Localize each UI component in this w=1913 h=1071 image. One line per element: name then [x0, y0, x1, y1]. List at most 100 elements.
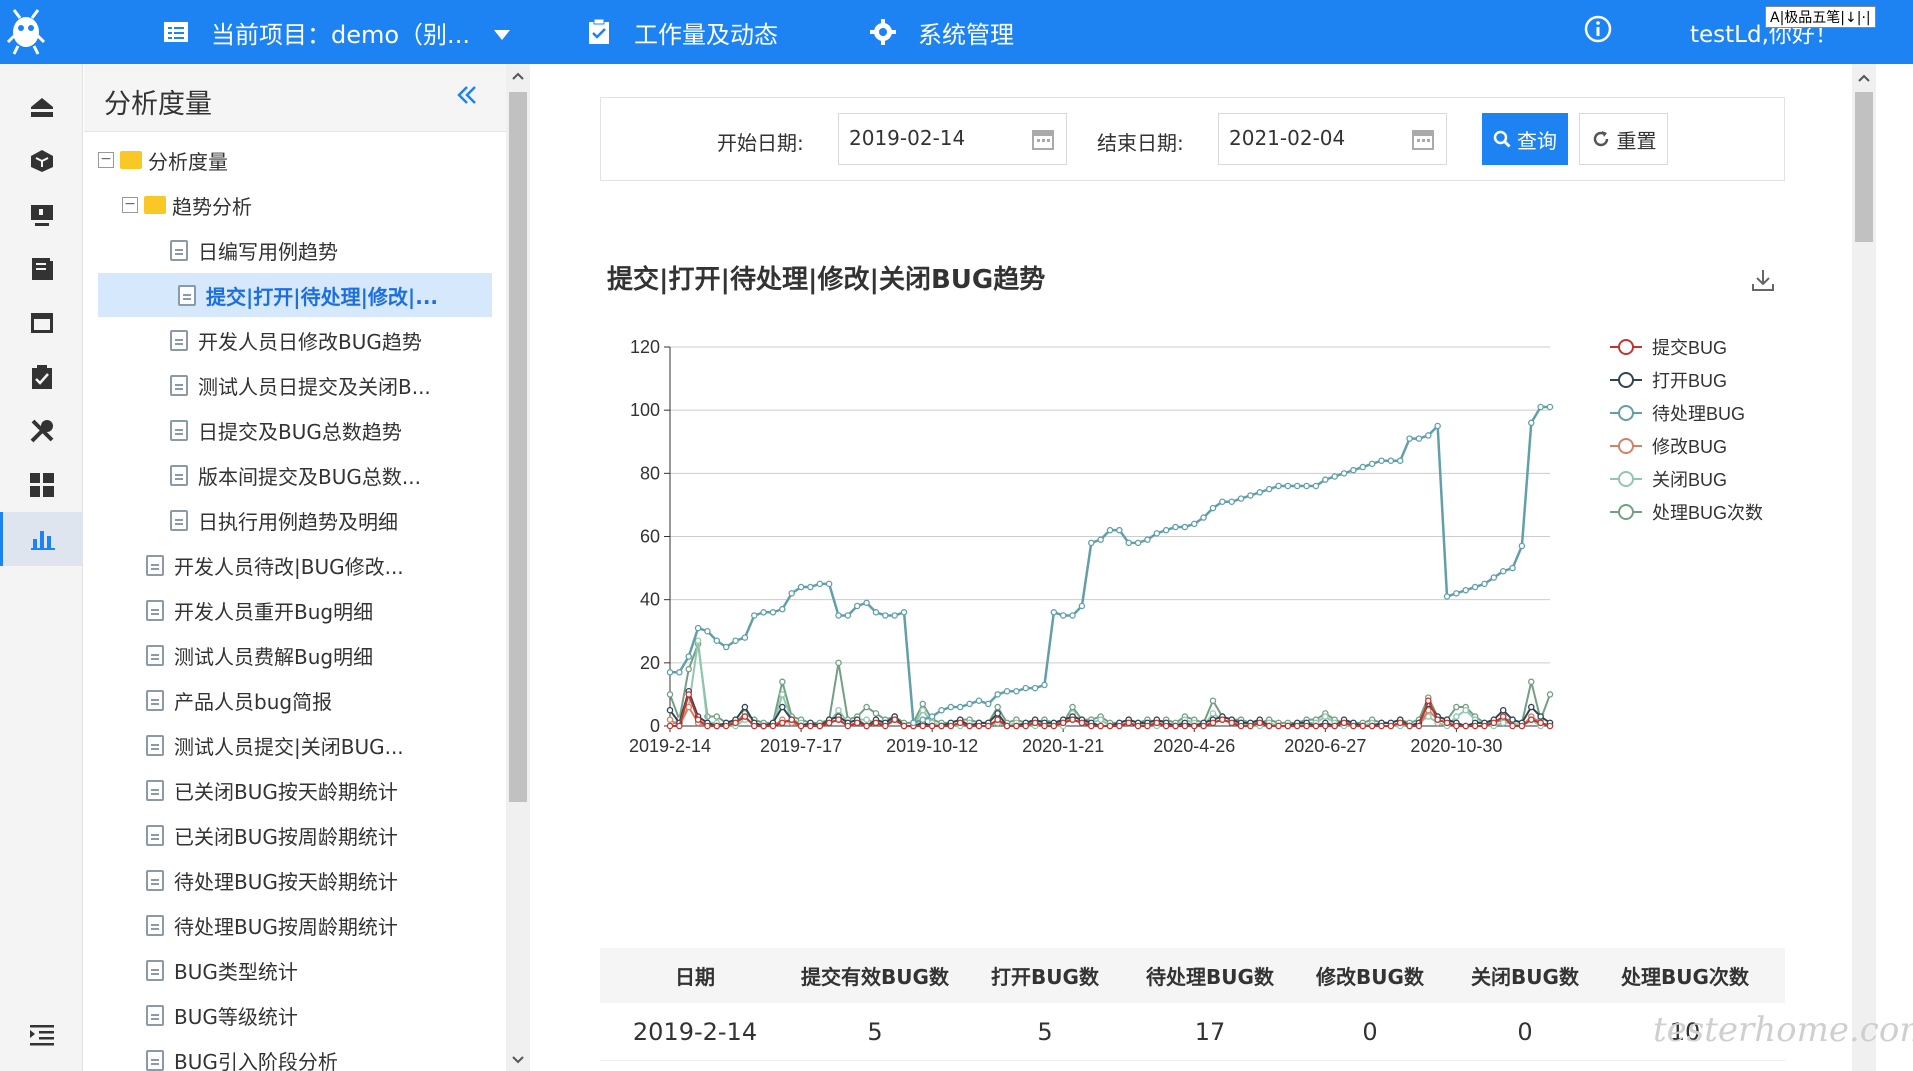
doc-list-icon[interactable] [0, 242, 83, 296]
data-point [825, 580, 833, 588]
tree-node[interactable]: 提交|打开|待处理|修改|... [98, 273, 492, 317]
data-point [1097, 716, 1104, 723]
data-point [1237, 722, 1245, 730]
main-scrollbar[interactable] [1852, 64, 1876, 1071]
data-point [779, 678, 786, 686]
tree-scrollbar-thumb[interactable] [509, 92, 527, 802]
clipboard-check-icon [586, 19, 612, 45]
help-button[interactable] [1584, 0, 1612, 64]
collapse-toggle-icon[interactable]: − [98, 152, 114, 168]
search-icon [1493, 130, 1511, 148]
data-point [816, 722, 824, 730]
collapse-menu-icon[interactable] [0, 1008, 83, 1062]
query-button[interactable]: 查询 [1482, 113, 1568, 165]
data-point [1172, 523, 1179, 531]
gear-icon [870, 19, 896, 45]
data-point [1284, 482, 1292, 490]
checklist-icon[interactable] [0, 350, 83, 404]
download-icon[interactable] [1751, 268, 1775, 296]
document-icon [146, 599, 164, 621]
dashboard-icon[interactable] [0, 458, 83, 512]
y-tick-label: 100 [630, 400, 660, 420]
tree-node[interactable]: 测试人员日提交及关闭B... [170, 363, 431, 407]
tools-icon[interactable] [0, 404, 83, 458]
data-point [882, 722, 889, 730]
tree-node[interactable]: 开发人员日修改BUG趋势 [170, 318, 422, 362]
tree-node[interactable]: 测试人员提交|关闭BUG... [146, 723, 404, 767]
folder-icon [120, 151, 142, 169]
calendar-icon[interactable] [1032, 128, 1054, 155]
data-point [666, 669, 674, 676]
column-header[interactable]: 关闭BUG数 [1450, 961, 1600, 990]
column-header[interactable]: 提交有效BUG数 [790, 961, 960, 990]
home-icon[interactable] [0, 80, 83, 134]
table-cell: 2019-2-14 [632, 1017, 758, 1046]
tree-node[interactable]: BUG引入阶段分析 [146, 1038, 338, 1071]
bar-chart-icon[interactable] [0, 512, 83, 566]
data-point [1396, 719, 1404, 727]
data-point [1265, 722, 1273, 730]
workload-menu[interactable]: 工作量及动态 [586, 0, 778, 64]
tree-node[interactable]: − 趋势分析 [122, 183, 252, 227]
tree-node-label: 日编写用例趋势 [198, 239, 338, 264]
data-point [1013, 722, 1020, 730]
current-project-menu[interactable]: 当前项目：demo（别... [163, 0, 510, 64]
tree-node[interactable]: BUG类型统计 [146, 948, 298, 992]
calendar-icon[interactable] [1412, 128, 1434, 155]
document-icon [146, 1049, 164, 1071]
data-point [900, 609, 908, 616]
data-point [1528, 703, 1535, 711]
main-scrollbar-thumb[interactable] [1855, 92, 1873, 242]
tree-node[interactable]: BUG等级统计 [146, 993, 298, 1037]
data-point [844, 722, 852, 730]
cube-icon[interactable] [0, 134, 83, 188]
end-date-input[interactable]: 2021-02-04 [1218, 113, 1447, 165]
collapse-toggle-icon[interactable]: − [122, 197, 138, 213]
data-point [1069, 612, 1076, 619]
tree-node[interactable]: 版本间提交及BUG总数... [170, 453, 421, 497]
start-date-input[interactable]: 2019-02-14 [838, 113, 1067, 165]
data-point [1387, 722, 1395, 730]
data-point [1378, 722, 1385, 730]
tree-node[interactable]: 产品人员bug简报 [146, 678, 332, 722]
monitor-icon[interactable] [0, 188, 83, 242]
data-point [835, 706, 842, 714]
window-icon[interactable] [0, 296, 83, 350]
tree-node-label: 测试人员日提交及关闭B... [198, 374, 431, 399]
data-point [1134, 722, 1142, 730]
tree-node[interactable]: 已关闭BUG按天龄期统计 [146, 768, 398, 812]
data-point [694, 716, 702, 723]
tree-node[interactable]: 开发人员重开Bug明细 [146, 588, 373, 632]
reset-button[interactable]: 重置 [1579, 113, 1668, 165]
system-management-menu[interactable]: 系统管理 [870, 0, 1014, 64]
tree-node[interactable]: 待处理BUG按周龄期统计 [146, 903, 398, 947]
ime-toolbar[interactable]: A|极品五笔|↓|·| [1765, 6, 1876, 28]
data-point [1415, 722, 1423, 730]
app-logo-icon[interactable] [6, 4, 46, 58]
data-point [1499, 719, 1507, 727]
tree-node[interactable]: − 分析度量 [98, 138, 228, 182]
workload-label: 工作量及动态 [634, 20, 778, 49]
query-label: 查询 [1517, 128, 1557, 153]
tree-node[interactable]: 待处理BUG按天龄期统计 [146, 858, 398, 902]
column-header[interactable]: 处理BUG次数 [1600, 961, 1770, 990]
data-point [1546, 403, 1554, 411]
column-header[interactable]: 日期 [600, 961, 790, 990]
tree-scrollbar[interactable] [506, 64, 530, 1071]
data-point [975, 697, 983, 704]
column-header[interactable]: 待处理BUG数 [1130, 961, 1290, 990]
data-point [1340, 719, 1348, 727]
double-chevron-left-icon[interactable] [456, 84, 478, 110]
tree-node[interactable]: 日执行用例趋势及明细 [170, 498, 398, 542]
tree-node-label: BUG引入阶段分析 [174, 1049, 338, 1071]
tree-node[interactable]: 测试人员费解Bug明细 [146, 633, 373, 677]
column-header[interactable]: 修改BUG数 [1290, 961, 1450, 990]
tree-node[interactable]: 日编写用例趋势 [170, 228, 338, 272]
tree-node[interactable]: 开发人员待改|BUG修改... [146, 543, 404, 587]
tree-node[interactable]: 已关闭BUG按周龄期统计 [146, 813, 398, 857]
tree-node[interactable]: 日提交及BUG总数趋势 [170, 408, 402, 452]
data-point [1134, 539, 1142, 547]
data-point [1247, 492, 1254, 499]
data-point [1284, 722, 1292, 730]
column-header[interactable]: 打开BUG数 [960, 961, 1130, 990]
